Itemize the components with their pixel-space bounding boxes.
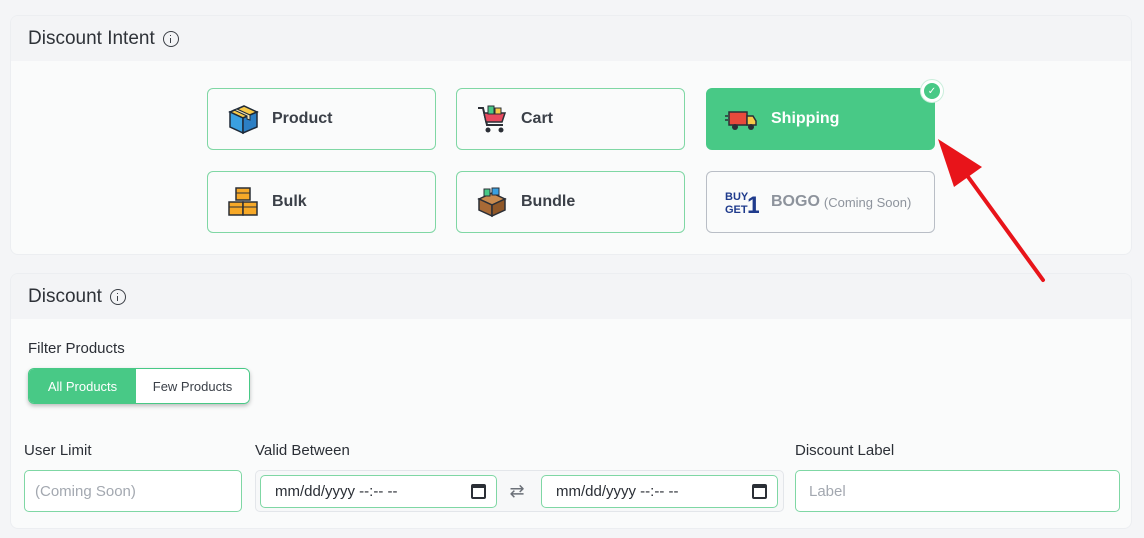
end-date-placeholder: mm/dd/yyyy --:-- -- [556, 483, 679, 500]
filter-products-toggle: All Products Few Products [28, 368, 250, 404]
few-products-option[interactable]: Few Products [136, 369, 249, 403]
box-icon [228, 105, 259, 135]
intent-option-label: Product [272, 110, 333, 127]
discount-label-label: Discount Label [795, 442, 895, 459]
calendar-icon[interactable] [471, 484, 486, 499]
bogo-icon-get: GET [725, 204, 748, 216]
intent-option-label: Bulk [272, 193, 307, 210]
valid-between-label: Valid Between [255, 442, 350, 459]
intent-option-product[interactable]: Product [207, 88, 436, 150]
user-limit-label: User Limit [24, 442, 92, 459]
annotation-arrow [938, 139, 1045, 282]
selected-check-icon: ✓ [921, 80, 943, 102]
shopping-cart-icon [478, 105, 507, 133]
intent-option-bogo[interactable]: BUY GET 1 BOGO (Coming Soon) [706, 171, 935, 233]
bogo-icon-buy: BUY [725, 191, 749, 203]
discount-label-placeholder: Label [809, 482, 846, 500]
bogo-icon-digit: 1 [747, 192, 759, 219]
discount-intent-header: Discount Intent [11, 16, 1131, 61]
all-products-option[interactable]: All Products [29, 369, 136, 403]
valid-between-range: mm/dd/yyyy --:-- -- ⇄ mm/dd/yyyy --:-- -… [255, 470, 784, 512]
bundle-box-icon [477, 187, 507, 218]
discount-intent-title: Discount Intent [28, 27, 155, 49]
intent-option-label: BOGO [771, 193, 820, 210]
intent-option-label: Shipping [771, 110, 840, 127]
swap-arrows-icon: ⇄ [509, 481, 525, 501]
filter-products-label: Filter Products [28, 340, 125, 357]
discount-label-input[interactable]: Label [795, 470, 1120, 512]
intent-option-bundle[interactable]: Bundle [456, 171, 685, 233]
start-date-input[interactable]: mm/dd/yyyy --:-- -- [260, 475, 497, 508]
calendar-icon[interactable] [752, 484, 767, 499]
stacked-boxes-icon [228, 187, 258, 216]
buy-get-one-icon: BUY GET 1 [725, 191, 759, 219]
intent-option-bulk[interactable]: Bulk [207, 171, 436, 233]
start-date-placeholder: mm/dd/yyyy --:-- -- [275, 483, 398, 500]
delivery-truck-icon [725, 111, 757, 130]
intent-option-shipping[interactable]: Shipping [706, 88, 935, 150]
intent-option-label: Bundle [521, 193, 576, 210]
intent-option-label: Cart [521, 110, 554, 127]
coming-soon-tag: (Coming Soon) [823, 194, 912, 210]
discount-card: Discount Filter Products All Products Fe… [10, 273, 1132, 529]
end-date-input[interactable]: mm/dd/yyyy --:-- -- [541, 475, 778, 508]
info-icon[interactable] [109, 288, 126, 305]
intent-option-cart[interactable]: Cart [456, 88, 685, 150]
discount-title: Discount [28, 285, 102, 307]
info-icon[interactable] [162, 30, 179, 47]
user-limit-input[interactable]: (Coming Soon) [24, 470, 242, 512]
user-limit-placeholder: (Coming Soon) [35, 482, 136, 500]
